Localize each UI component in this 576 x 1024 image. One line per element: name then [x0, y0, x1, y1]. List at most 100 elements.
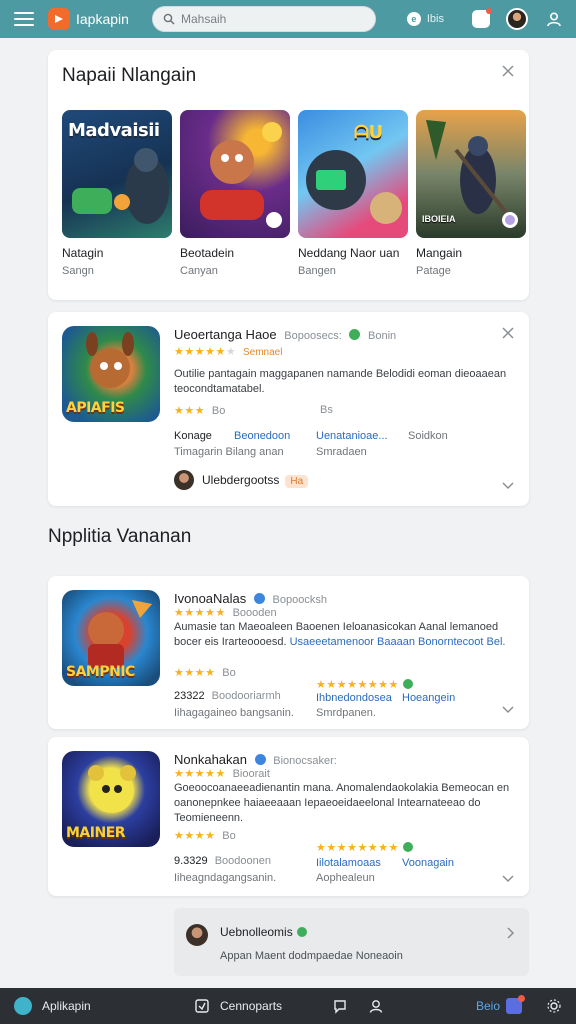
comment-text: Appan Maent dodmpaedae Noneaoin: [220, 950, 403, 962]
app-logo-icon[interactable]: [14, 997, 32, 1015]
app-icon-text: SAMPNIC: [66, 664, 135, 680]
search-icon: [163, 13, 175, 25]
user-avatar[interactable]: [506, 8, 528, 30]
profile-icon[interactable]: [546, 11, 562, 27]
detail-link[interactable]: Iilotalamoaas: [316, 857, 381, 869]
game-cover-image[interactable]: ᗩU: [298, 110, 408, 238]
game-tile[interactable]: Madvaisii Natagin Sangn: [62, 110, 172, 277]
detail-link[interactable]: Uenatanioae...: [316, 430, 388, 442]
detail-link[interactable]: Voonagain: [402, 857, 454, 869]
rating-row: ★★★★★ Boooden: [174, 607, 277, 619]
app-detail-card[interactable]: APIAFIS Ueoertanga Haoe Bopoosecs: Bonin…: [48, 312, 529, 506]
detail-label: Konage: [174, 430, 212, 442]
detail-sub: Smradaen: [316, 446, 367, 458]
app-title[interactable]: Nonkahakan Bionocsaker:: [174, 752, 337, 767]
game-art-title: Madvaisii: [68, 120, 160, 141]
game-genre: Sangn: [62, 265, 94, 277]
stat-number: 9.3329 Boodoonen: [174, 855, 271, 867]
star-rating: ★★★★★★★★: [316, 842, 399, 854]
rating-row: ★★★★★★ Semnael: [174, 345, 282, 358]
game-cover-image[interactable]: Madvaisii: [62, 110, 172, 238]
game-art-title: ᗩU: [354, 122, 383, 143]
language-label[interactable]: Ibis: [427, 13, 444, 25]
verified-icon: [253, 593, 265, 604]
bottom-app-name[interactable]: Aplikapin: [42, 999, 91, 1013]
stat-number: 23322 Boodooriarmh: [174, 690, 281, 702]
app-description: Goeoocoanaeeadienantin mana. Anomalendao…: [174, 782, 510, 824]
badge-meta: Bs: [320, 404, 333, 416]
app-icon-text: APIAFIS: [66, 400, 125, 416]
app-title[interactable]: IvonoaNalas Bopoocksh: [174, 591, 327, 606]
game-art-icon: [306, 150, 402, 224]
app-description: Aumasie tan Maeoaleen Baoenen Ieloanasic…: [174, 621, 506, 648]
chevron-down-icon[interactable]: [501, 871, 515, 885]
author-chip: Ha: [285, 475, 309, 488]
game-tile[interactable]: IBOIEIA Mangain Patage: [416, 110, 526, 277]
rating-row: ★★★★ Bo: [174, 830, 236, 842]
author-avatar[interactable]: [174, 470, 194, 490]
verified-icon: [254, 754, 266, 765]
top-app-bar: Iapkapin e Ibis: [0, 0, 576, 38]
chevron-down-icon[interactable]: [501, 702, 515, 716]
search-input[interactable]: [181, 12, 361, 26]
account-nav[interactable]: [368, 988, 384, 1024]
chat-icon: [296, 927, 307, 937]
star-rating: ★★★★★: [174, 768, 226, 780]
verified-icon: [349, 329, 361, 340]
game-name: Mangain: [416, 246, 463, 260]
chat-nav[interactable]: [332, 988, 348, 1024]
detail-sub: Smrdpanen.: [316, 707, 376, 719]
app-detail-card[interactable]: MAINER Nonkahakan Bionocsaker: ★★★★★ Bio…: [48, 737, 529, 896]
detail-link[interactable]: Hoeangein: [402, 692, 455, 704]
star-rating: ★★★★★★: [174, 346, 237, 358]
detail-sub: Aophealeun: [316, 872, 375, 884]
updates-nav[interactable]: Beio: [476, 988, 526, 1024]
logo-mark-icon: [55, 15, 63, 23]
author-name[interactable]: Ulebdergootss Ha: [202, 473, 309, 488]
app-badge-icon: [502, 212, 518, 228]
game-genre: Patage: [416, 265, 451, 277]
account-icon: [369, 1000, 383, 1013]
comment-card[interactable]: Uebnolleomis Appan Maent dodmpaedae None…: [174, 908, 529, 976]
star-rating: ★★★★: [174, 667, 216, 679]
compare-icon: [195, 999, 209, 1013]
language-icon[interactable]: e: [406, 12, 421, 26]
app-icon[interactable]: SAMPNIC: [62, 590, 160, 686]
detail-sub: Timagarin Bilang anan: [174, 446, 284, 458]
game-cover-image[interactable]: [180, 110, 290, 238]
game-tile[interactable]: ᗩU Neddang Naor uan Bangen: [298, 110, 408, 277]
gear-icon: [547, 999, 561, 1013]
detail-link[interactable]: Beonedoon: [234, 430, 290, 442]
commenter-avatar[interactable]: [186, 924, 208, 946]
detail-link[interactable]: Ihbnedondosea: [316, 692, 392, 704]
rating-row: ★★★★★★★★: [316, 678, 413, 691]
search-bar[interactable]: [152, 6, 376, 32]
app-icon[interactable]: MAINER: [62, 751, 160, 847]
app-badge-icon: [266, 212, 282, 228]
app-icon[interactable]: APIAFIS: [62, 326, 160, 422]
app-description: Outilie pantagain maggapanen namande Bel…: [174, 368, 507, 395]
app-title[interactable]: Ueoertanga Haoe Bopoosecs: Bonin: [174, 327, 396, 342]
chevron-down-icon[interactable]: [501, 478, 515, 492]
game-art-tag: IBOIEIA: [422, 214, 456, 224]
featured-games-card: Napaii Nlangain Madvaisii Natagin Sangn: [48, 50, 529, 300]
rating-row: ★★★ Bo: [174, 405, 226, 417]
notification-icon[interactable]: [472, 8, 492, 28]
rating-row: ★★★★★★★★: [316, 841, 413, 854]
game-genre: Bangen: [298, 265, 336, 277]
settings-nav[interactable]: [546, 988, 562, 1024]
verified-icon: [402, 842, 413, 852]
close-icon[interactable]: [501, 64, 515, 78]
app-detail-card[interactable]: SAMPNIC IvonoaNalas Bopoocksh ★★★★★ Booo…: [48, 576, 529, 729]
star-rating: ★★★: [174, 405, 206, 417]
app-logo[interactable]: [48, 8, 70, 30]
close-icon[interactable]: [501, 326, 515, 340]
chevron-right-icon[interactable]: [503, 926, 517, 940]
game-name: Neddang Naor uan: [298, 246, 400, 260]
menu-icon[interactable]: [14, 12, 34, 26]
detail-sub: Iiheagndagangsanin.: [174, 872, 277, 884]
game-tile[interactable]: Beotadein Canyan: [180, 110, 290, 277]
compare-nav[interactable]: Cennoparts: [194, 988, 282, 1024]
description-link[interactable]: Usaeeetamenoor Baaaan Bonorntecoot Bel.: [290, 636, 506, 648]
game-cover-image[interactable]: IBOIEIA: [416, 110, 526, 238]
